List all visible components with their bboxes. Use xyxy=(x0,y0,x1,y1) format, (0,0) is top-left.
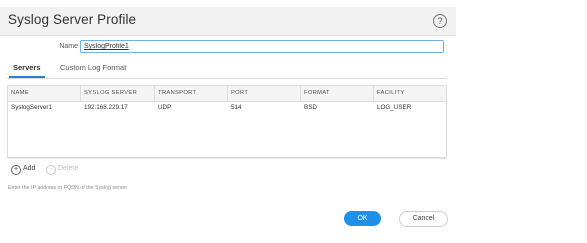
name-label: Name xyxy=(59,43,78,50)
table-actions-bar: + Add − Delete xyxy=(7,158,447,180)
delete-label: Delete xyxy=(58,165,79,172)
cell-transport: UDP xyxy=(158,104,172,111)
syslog-server-profile-dialog: Syslog Server Profile ? Name Servers Cus… xyxy=(0,0,456,243)
servers-table: NAME SYSLOG SERVER TRANSPORT PORT FORMAT… xyxy=(7,85,447,158)
tab-servers[interactable]: Servers xyxy=(9,63,45,78)
table-header: NAME SYSLOG SERVER TRANSPORT PORT FORMAT… xyxy=(8,86,446,102)
table-row[interactable]: SyslogServer1 192.168.229.17 UDP 514 BSD… xyxy=(8,101,446,115)
delete-button[interactable]: − Delete xyxy=(46,165,78,175)
tab-bar: Servers Custom Log Format xyxy=(7,62,447,79)
cell-name[interactable]: SyslogServer1 xyxy=(8,101,81,115)
column-header-facility[interactable]: FACILITY xyxy=(374,86,446,101)
cell-format: BSD xyxy=(304,104,317,111)
dialog-title-bar: Syslog Server Profile ? xyxy=(0,7,456,36)
add-button[interactable]: + Add xyxy=(11,165,35,175)
ok-button[interactable]: OK xyxy=(344,211,381,226)
name-input[interactable] xyxy=(80,40,444,53)
column-header-port[interactable]: PORT xyxy=(228,86,301,101)
column-header-format[interactable]: FORMAT xyxy=(301,86,374,101)
dialog-title: Syslog Server Profile xyxy=(8,12,137,27)
cell-port: 514 xyxy=(231,104,242,111)
column-header-transport[interactable]: TRANSPORT xyxy=(155,86,228,101)
cell-syslog-server: 192.168.229.17 xyxy=(84,104,128,111)
tab-custom-log-format[interactable]: Custom Log Format xyxy=(60,63,126,72)
hint-text: Enter the IP address or FQDN of the Sysl… xyxy=(8,185,128,191)
plus-circle-icon: + xyxy=(11,165,21,175)
add-label: Add xyxy=(23,165,36,172)
cell-facility: LOG_USER xyxy=(377,104,412,111)
help-icon[interactable]: ? xyxy=(433,14,447,28)
minus-circle-icon: − xyxy=(46,165,56,175)
cancel-button[interactable]: Cancel xyxy=(399,211,448,227)
column-header-syslog-server[interactable]: SYSLOG SERVER xyxy=(81,86,155,101)
column-header-name[interactable]: NAME xyxy=(8,86,81,101)
